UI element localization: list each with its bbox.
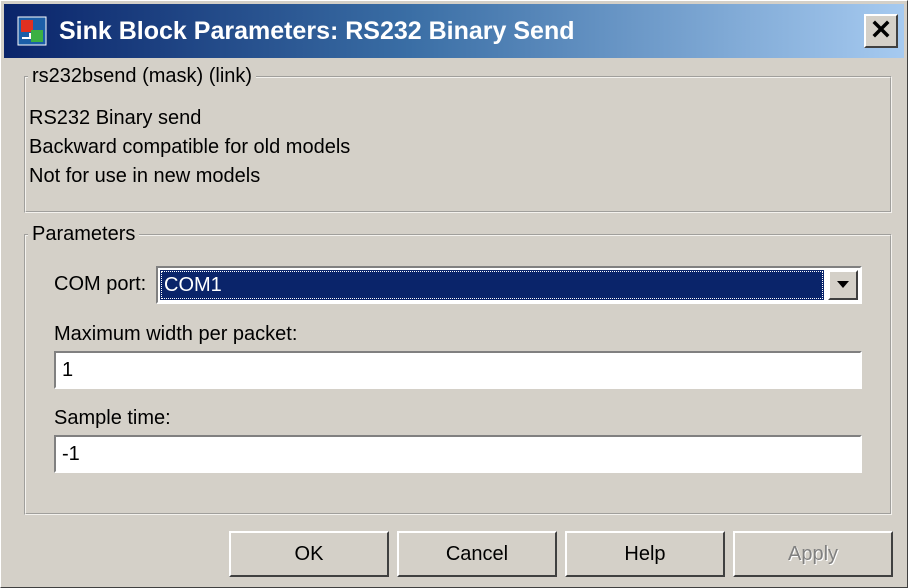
description-line: Not for use in new models xyxy=(29,165,261,187)
com-port-select[interactable]: COM1 xyxy=(156,266,862,304)
max-width-input[interactable]: 1 xyxy=(54,351,862,389)
chevron-down-icon xyxy=(836,276,850,294)
com-port-dropdown-button[interactable] xyxy=(828,270,858,300)
cancel-button[interactable]: Cancel xyxy=(397,531,557,577)
com-port-selected-value: COM1 xyxy=(160,270,824,300)
dialog-window: Sink Block Parameters: RS232 Binary Send… xyxy=(0,0,908,588)
sample-time-input[interactable]: -1 xyxy=(54,435,862,473)
sample-time-label: Sample time: xyxy=(54,407,171,429)
close-button[interactable] xyxy=(864,14,898,48)
close-icon xyxy=(872,20,890,43)
apply-button[interactable]: Apply xyxy=(733,531,893,577)
simulink-block-icon xyxy=(17,16,47,46)
description-line: RS232 Binary send xyxy=(29,107,202,129)
window-title: Sink Block Parameters: RS232 Binary Send xyxy=(59,17,575,45)
title-bar[interactable]: Sink Block Parameters: RS232 Binary Send xyxy=(4,4,904,58)
description-line: Backward compatible for old models xyxy=(29,136,351,158)
help-button[interactable]: Help xyxy=(565,531,725,577)
max-width-label: Maximum width per packet: xyxy=(54,323,298,345)
mask-group-legend: rs232bsend (mask) (link) xyxy=(32,65,253,87)
parameters-group-legend: Parameters xyxy=(32,223,136,245)
ok-button[interactable]: OK xyxy=(229,531,389,577)
com-port-label: COM port: xyxy=(54,273,147,295)
